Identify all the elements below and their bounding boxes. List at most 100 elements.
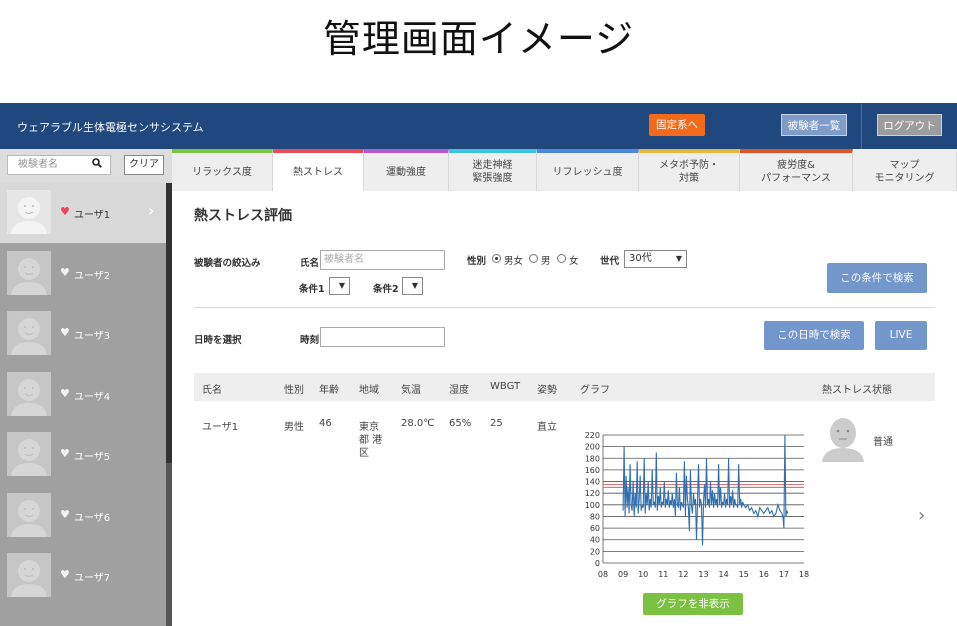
time-field[interactable] — [320, 327, 445, 347]
gender-radio-male[interactable] — [529, 254, 538, 263]
favorite-heart-icon[interactable]: ♥ — [60, 267, 70, 278]
x-tick-label: 13 — [698, 570, 708, 579]
sidebar-search-area: 被験者名 クリア — [0, 149, 172, 183]
y-tick-label: 20 — [590, 547, 600, 556]
subject-list-button[interactable]: 被験者一覧 — [781, 114, 847, 136]
header-temp: 気温 — [401, 385, 421, 396]
generation-select[interactable]: 30代 ▼ — [624, 250, 687, 268]
clear-button[interactable]: クリア — [124, 155, 164, 175]
scrollbar-thumb[interactable] — [166, 183, 172, 463]
live-button[interactable]: LIVE — [875, 321, 927, 350]
date-search-button[interactable]: この日時で検索 — [764, 321, 864, 350]
condition1-label: 条件1 — [299, 284, 325, 295]
row-temp: 28.0℃ — [401, 418, 435, 429]
chevron-right-icon: › — [148, 201, 155, 220]
favorite-heart-icon[interactable]: ♥ — [60, 569, 70, 580]
search-placeholder: 被験者名 — [18, 159, 58, 170]
condition2-select[interactable]: ▼ — [402, 277, 423, 295]
name-placeholder: 被験者名 — [324, 254, 364, 265]
row-wbgt: 25 — [490, 418, 503, 429]
header-graph: グラフ — [580, 385, 610, 396]
row-humidity: 65% — [449, 418, 472, 429]
avatar-icon — [7, 371, 51, 416]
y-tick-label: 60 — [590, 524, 600, 533]
gender-radio-female[interactable] — [557, 254, 566, 263]
tab[interactable]: メタボ予防・ 対策 — [639, 149, 740, 191]
tab[interactable]: 熱ストレス — [273, 149, 364, 191]
user-name: ユーザ1 — [74, 210, 111, 221]
search-icon[interactable] — [92, 158, 102, 168]
subject-search-input[interactable]: 被験者名 — [7, 155, 111, 175]
sidebar: 被験者名 クリア ♥ ユーザ1 › ♥ ユーザ2 ♥ ユーザ3 ♥ ユーザ4 ♥ ユーザ5 ♥ ユーザ6… — [0, 149, 172, 626]
row-gender: 男性 — [284, 422, 304, 433]
y-tick-label: 140 — [585, 478, 600, 487]
tab[interactable]: 迷走神経 緊張強度 — [449, 149, 537, 191]
tab[interactable]: マップ モニタリング — [853, 149, 957, 191]
condition1-select[interactable]: ▼ — [329, 277, 350, 295]
gender-radio-both[interactable] — [492, 254, 501, 263]
generation-label: 世代 — [600, 256, 620, 267]
user-list-item[interactable]: ♥ ユーザ1 › — [0, 183, 166, 243]
user-list-item[interactable]: ♥ ユーザ7 — [0, 546, 166, 606]
name-field[interactable]: 被験者名 — [320, 250, 445, 270]
avatar-icon — [7, 432, 51, 476]
filter-search-button[interactable]: この条件で検索 — [827, 263, 927, 293]
chevron-right-icon[interactable]: › — [918, 505, 925, 526]
tab[interactable]: 疲労度& パフォーマンス — [740, 149, 853, 191]
x-tick-label: 12 — [678, 570, 688, 579]
user-list-item[interactable]: ♥ ユーザ5 — [0, 425, 166, 485]
gender-option-both: 男女 — [504, 256, 524, 267]
user-name: ユーザ5 — [74, 452, 111, 463]
favorite-heart-icon[interactable]: ♥ — [60, 327, 70, 338]
header-gender: 性別 — [284, 385, 304, 396]
header-name: 氏名 — [202, 385, 222, 396]
avatar-icon — [7, 311, 51, 355]
top-bar: ウェアラブル生体電極センサシステム 固定系へ 被験者一覧 ログアウト — [0, 103, 957, 149]
tab[interactable]: リラックス度 — [172, 149, 273, 191]
header-posture: 姿勢 — [537, 385, 557, 396]
avatar-icon — [7, 492, 51, 537]
sidebar-scrollbar[interactable] — [166, 183, 172, 626]
x-tick-label: 09 — [618, 570, 628, 579]
y-tick-label: 120 — [585, 489, 600, 498]
section-divider — [194, 307, 935, 308]
user-list-item[interactable]: ♥ ユーザ2 — [0, 244, 166, 304]
avatar-icon — [7, 553, 51, 597]
fixed-system-button[interactable]: 固定系へ — [649, 114, 705, 136]
series-line — [622, 434, 789, 546]
favorite-heart-icon[interactable]: ♥ — [60, 448, 70, 459]
user-list-item[interactable]: ♥ ユーザ4 — [0, 365, 166, 425]
header-age: 年齢 — [319, 385, 339, 396]
y-tick-label: 80 — [590, 512, 600, 521]
y-tick-label: 220 — [585, 431, 600, 440]
y-tick-label: 40 — [590, 536, 600, 545]
row-region-line3: 区 — [359, 448, 369, 459]
user-name: ユーザ4 — [74, 391, 111, 403]
x-tick-label: 16 — [759, 570, 769, 579]
table-header: 氏名 性別 年齢 地域 気温 湿度 WBGT 姿勢 グラフ 熱ストレス状態 — [194, 373, 935, 401]
header-region: 地域 — [359, 385, 379, 396]
tab[interactable]: リフレッシュ度 — [537, 149, 639, 191]
user-name: ユーザ2 — [74, 270, 111, 282]
gender-option-male: 男 — [541, 256, 551, 267]
favorite-heart-icon[interactable]: ♥ — [60, 206, 70, 217]
logout-button[interactable]: ログアウト — [877, 114, 942, 136]
header-heat-status: 熱ストレス状態 — [822, 385, 892, 396]
y-tick-label: 0 — [595, 559, 600, 568]
tab[interactable]: 運動強度 — [364, 149, 449, 191]
x-tick-label: 14 — [719, 570, 729, 579]
favorite-heart-icon[interactable]: ♥ — [60, 509, 70, 520]
hide-graph-button[interactable]: グラフを非表示 — [643, 593, 743, 615]
y-tick-label: 180 — [585, 454, 600, 463]
user-list-item[interactable]: ♥ ユーザ3 — [0, 304, 166, 364]
caret-down-icon: ▼ — [675, 254, 682, 263]
user-list-item[interactable]: ♥ ユーザ6 — [0, 486, 166, 546]
favorite-heart-icon[interactable]: ♥ — [60, 388, 70, 399]
x-tick-label: 17 — [779, 570, 789, 579]
caret-down-icon: ▼ — [338, 281, 345, 290]
app-name: ウェアラブル生体電極センサシステム — [17, 121, 204, 134]
topbar-divider — [861, 103, 862, 149]
x-tick-label: 11 — [658, 570, 668, 579]
avatar-icon — [7, 250, 51, 295]
gender-option-female: 女 — [569, 256, 579, 267]
